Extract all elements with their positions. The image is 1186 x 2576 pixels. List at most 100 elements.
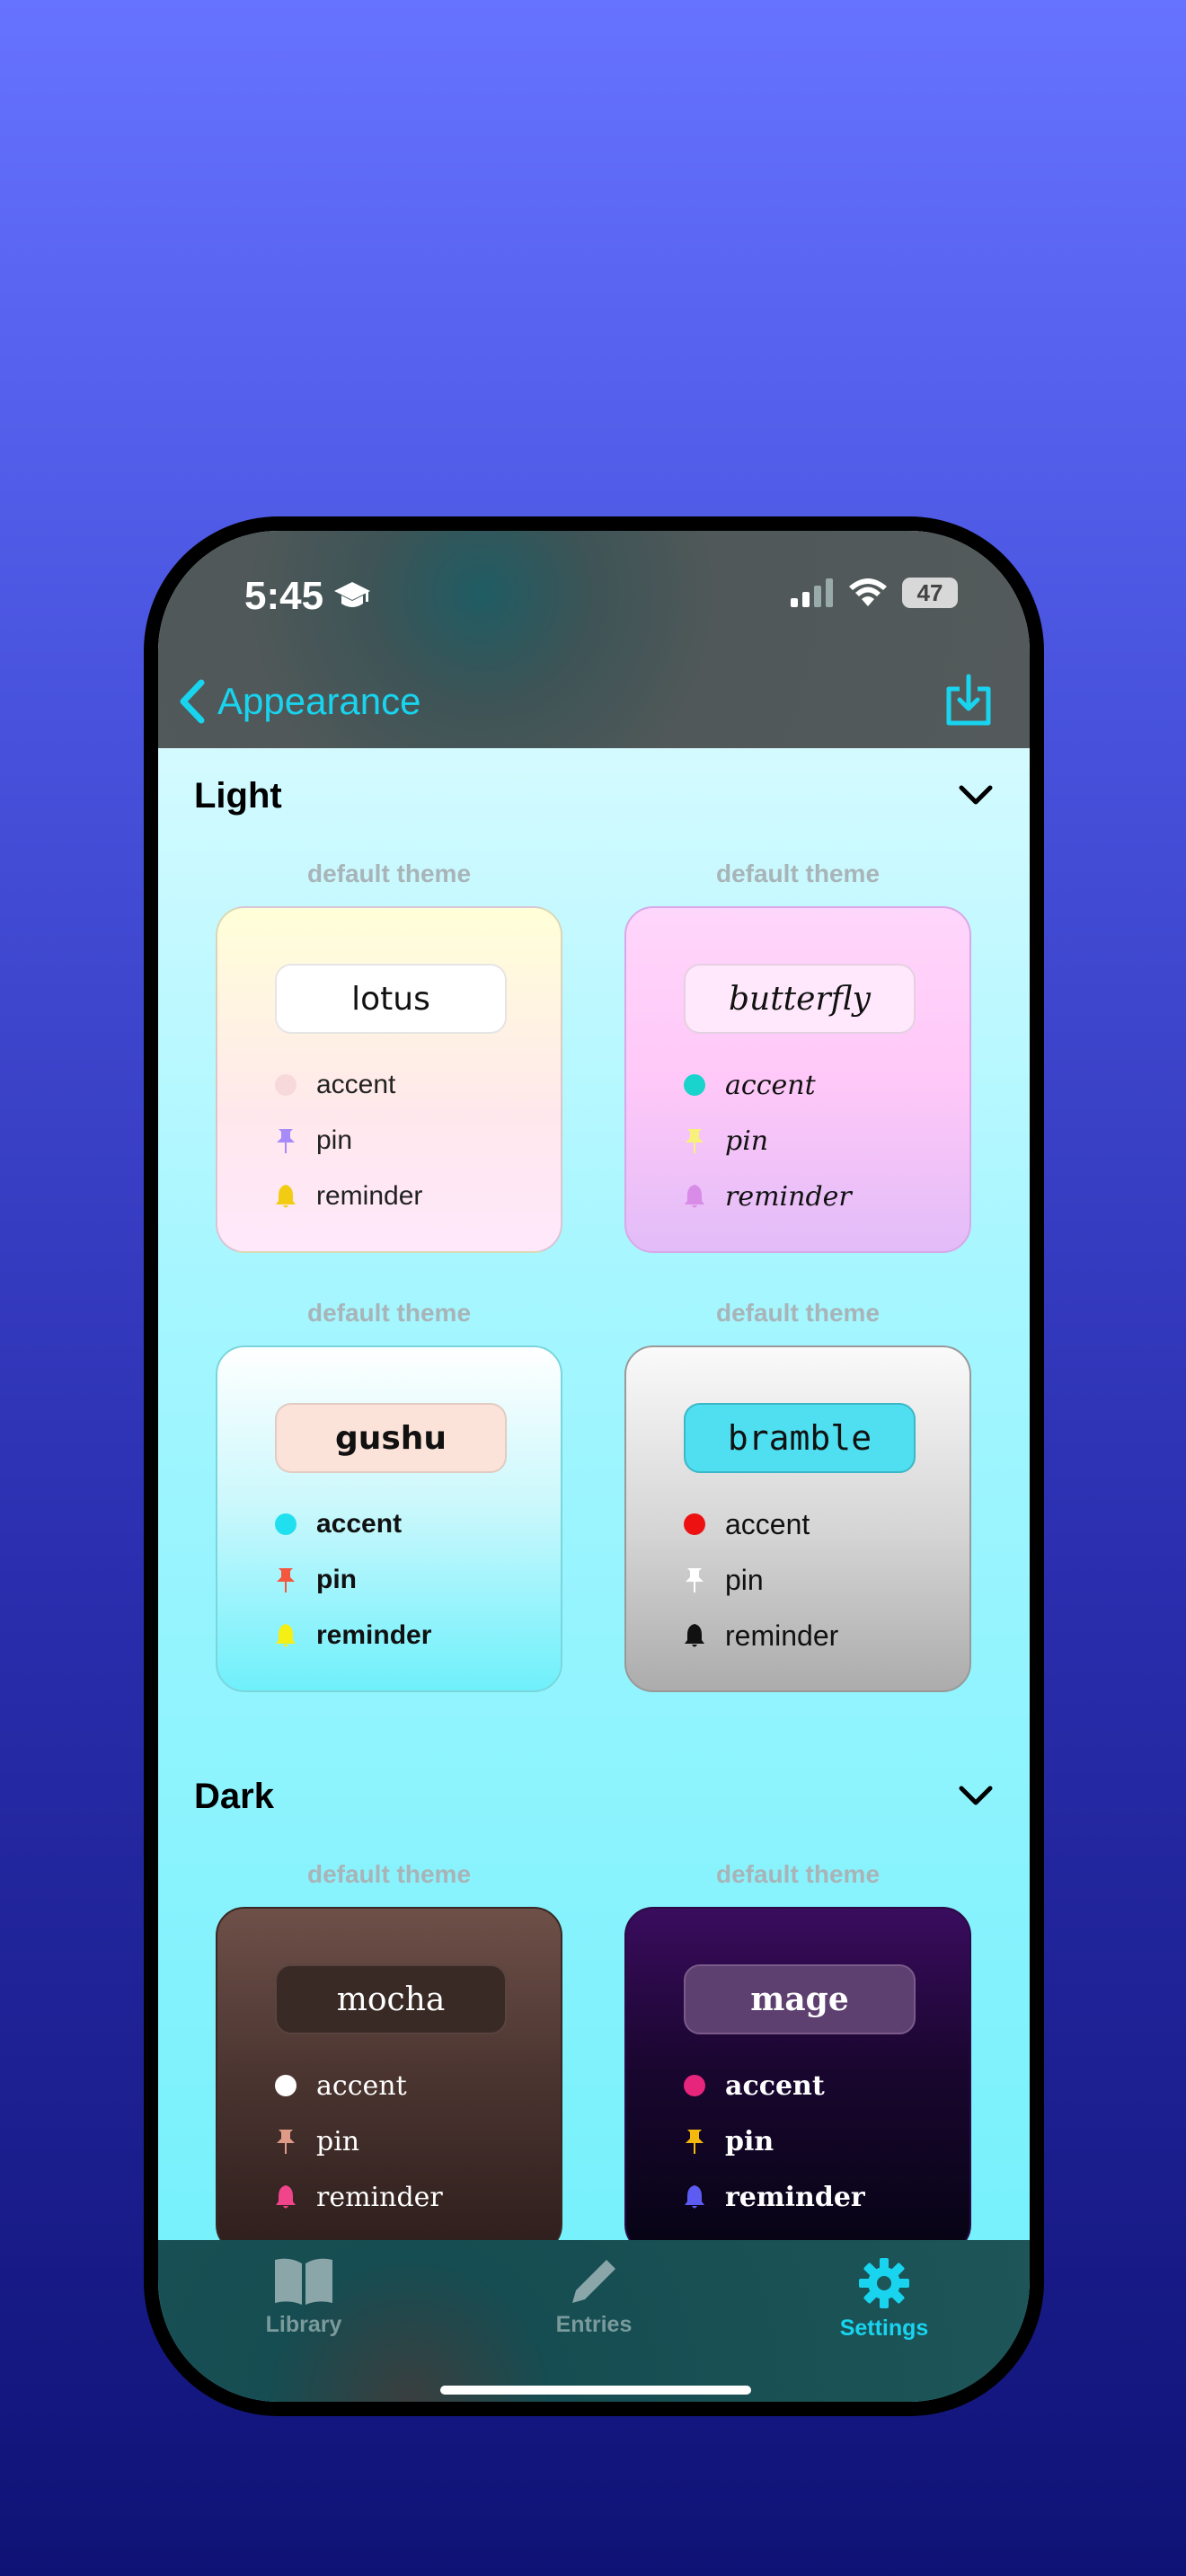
accent-label: accent (725, 1507, 810, 1540)
reminder-label: reminder (725, 1619, 839, 1652)
pin-icon (686, 1568, 704, 1592)
bell-icon (276, 1185, 296, 1208)
chevron-down-icon (959, 785, 993, 805)
home-indicator[interactable] (440, 2386, 751, 2395)
accent-row: accent (684, 1502, 810, 1547)
reminder-row: reminder (275, 1174, 422, 1219)
accent-row: accent (275, 1063, 395, 1107)
navigation-bar: Appearance (178, 673, 994, 731)
tile-label: default theme (306, 860, 472, 887)
tile-label: default theme (306, 1299, 472, 1327)
accent-dot-icon (684, 1513, 705, 1535)
reminder-label: reminder (316, 1620, 432, 1650)
tab-label: Settings (839, 2316, 929, 2341)
theme-name: butterfly (684, 964, 916, 1034)
theme-name: lotus (275, 964, 507, 1034)
reminder-row: reminder (684, 1613, 838, 1658)
theme-tile-lotus[interactable]: lotus accent pin reminder (216, 906, 562, 1253)
pin-row: pin (684, 1557, 764, 1602)
theme-tile-mage[interactable]: mage accent pin reminder (624, 1907, 971, 2240)
time-label: 5:45 (244, 574, 324, 618)
reminder-label: reminder (316, 2181, 443, 2213)
accent-label: accent (316, 2069, 407, 2102)
tile-label: default theme (715, 1299, 881, 1327)
book-icon (275, 2258, 332, 2305)
battery-indicator: 47 (902, 578, 958, 608)
bell-icon (276, 2185, 296, 2209)
tab-bar: Library Entries Settings (158, 2240, 1030, 2402)
export-button[interactable] (943, 673, 994, 731)
phone-frame: 5:45 47 Appearance Light default theme d… (144, 516, 1044, 2416)
pin-icon (277, 1129, 295, 1153)
theme-tile-bramble[interactable]: bramble accent pin reminder (624, 1345, 971, 1692)
reminder-label: reminder (725, 2181, 865, 2213)
chevron-left-icon (180, 679, 205, 724)
accent-row: accent (684, 2063, 825, 2108)
bell-icon (685, 1185, 704, 1208)
pin-label: pin (316, 1125, 353, 1155)
accent-label: accent (316, 1070, 396, 1099)
back-button[interactable]: Appearance (178, 679, 421, 724)
wifi-icon (849, 578, 887, 606)
pin-row: pin (684, 1118, 768, 1163)
tab-library[interactable]: Library (214, 2256, 394, 2338)
section-header-dark[interactable]: Dark (194, 1765, 994, 1828)
tile-label: default theme (715, 1860, 881, 1888)
app-screen: 5:45 47 Appearance Light default theme d… (158, 531, 1030, 2402)
reminder-row: reminder (684, 2175, 865, 2219)
accent-dot-icon (275, 1074, 296, 1096)
pin-label: pin (725, 1125, 769, 1157)
tab-label: Entries (555, 2312, 633, 2337)
accent-dot-icon (684, 1074, 705, 1096)
pin-label: pin (725, 1563, 764, 1596)
theme-tile-butterfly[interactable]: butterfly accent pin reminder (624, 906, 971, 1253)
signal-icon (791, 578, 833, 607)
theme-name: bramble (684, 1403, 916, 1473)
bell-icon (685, 1624, 704, 1647)
pin-row: pin (275, 2119, 359, 2164)
accent-label: accent (316, 1509, 403, 1539)
bell-icon (685, 2185, 704, 2209)
tab-label: Library (265, 2312, 342, 2337)
pin-label: pin (316, 2125, 360, 2157)
pin-label: pin (725, 2125, 774, 2157)
theme-tile-gushu[interactable]: gushu accent pin reminder (216, 1345, 562, 1692)
pin-icon (277, 2130, 295, 2154)
section-title-light: Light (194, 775, 282, 816)
pin-row: pin (275, 1118, 352, 1163)
chevron-down-icon (959, 1786, 993, 1805)
reminder-row: reminder (684, 1174, 852, 1219)
accent-label: accent (725, 2069, 825, 2102)
bell-icon (276, 1624, 296, 1647)
theme-name: mocha (275, 1964, 507, 2034)
gear-icon (859, 2258, 909, 2308)
back-label: Appearance (217, 680, 421, 722)
reminder-row: reminder (275, 2175, 443, 2219)
accent-dot-icon (684, 2075, 705, 2096)
tab-entries[interactable]: Entries (504, 2256, 684, 2338)
theme-list: Light default theme default theme lotus … (158, 748, 1030, 2240)
pin-row: pin (684, 2119, 774, 2164)
theme-tile-mocha[interactable]: mocha accent pin reminder (216, 1907, 562, 2240)
section-title-dark: Dark (194, 1776, 274, 1816)
download-tray-icon (946, 674, 991, 725)
theme-name: mage (684, 1964, 916, 2034)
tab-settings[interactable]: Settings (794, 2256, 974, 2342)
pencil-icon (572, 2260, 615, 2303)
accent-row: accent (275, 1502, 402, 1547)
status-time: 5:45 (244, 574, 372, 619)
battery-level: 47 (916, 578, 943, 606)
reminder-row: reminder (275, 1613, 431, 1658)
status-indicators: 47 (791, 578, 958, 608)
theme-name: gushu (275, 1403, 507, 1473)
reminder-label: reminder (316, 1181, 423, 1211)
pin-icon (277, 1568, 295, 1592)
accent-dot-icon (275, 1513, 296, 1535)
section-header-light[interactable]: Light (194, 764, 994, 827)
pin-label: pin (316, 1565, 357, 1594)
accent-row: accent (684, 1063, 816, 1107)
accent-label: accent (725, 1069, 816, 1101)
top-bar: 5:45 47 Appearance (158, 531, 1030, 748)
tile-label: default theme (306, 1860, 472, 1888)
accent-dot-icon (275, 2075, 296, 2096)
